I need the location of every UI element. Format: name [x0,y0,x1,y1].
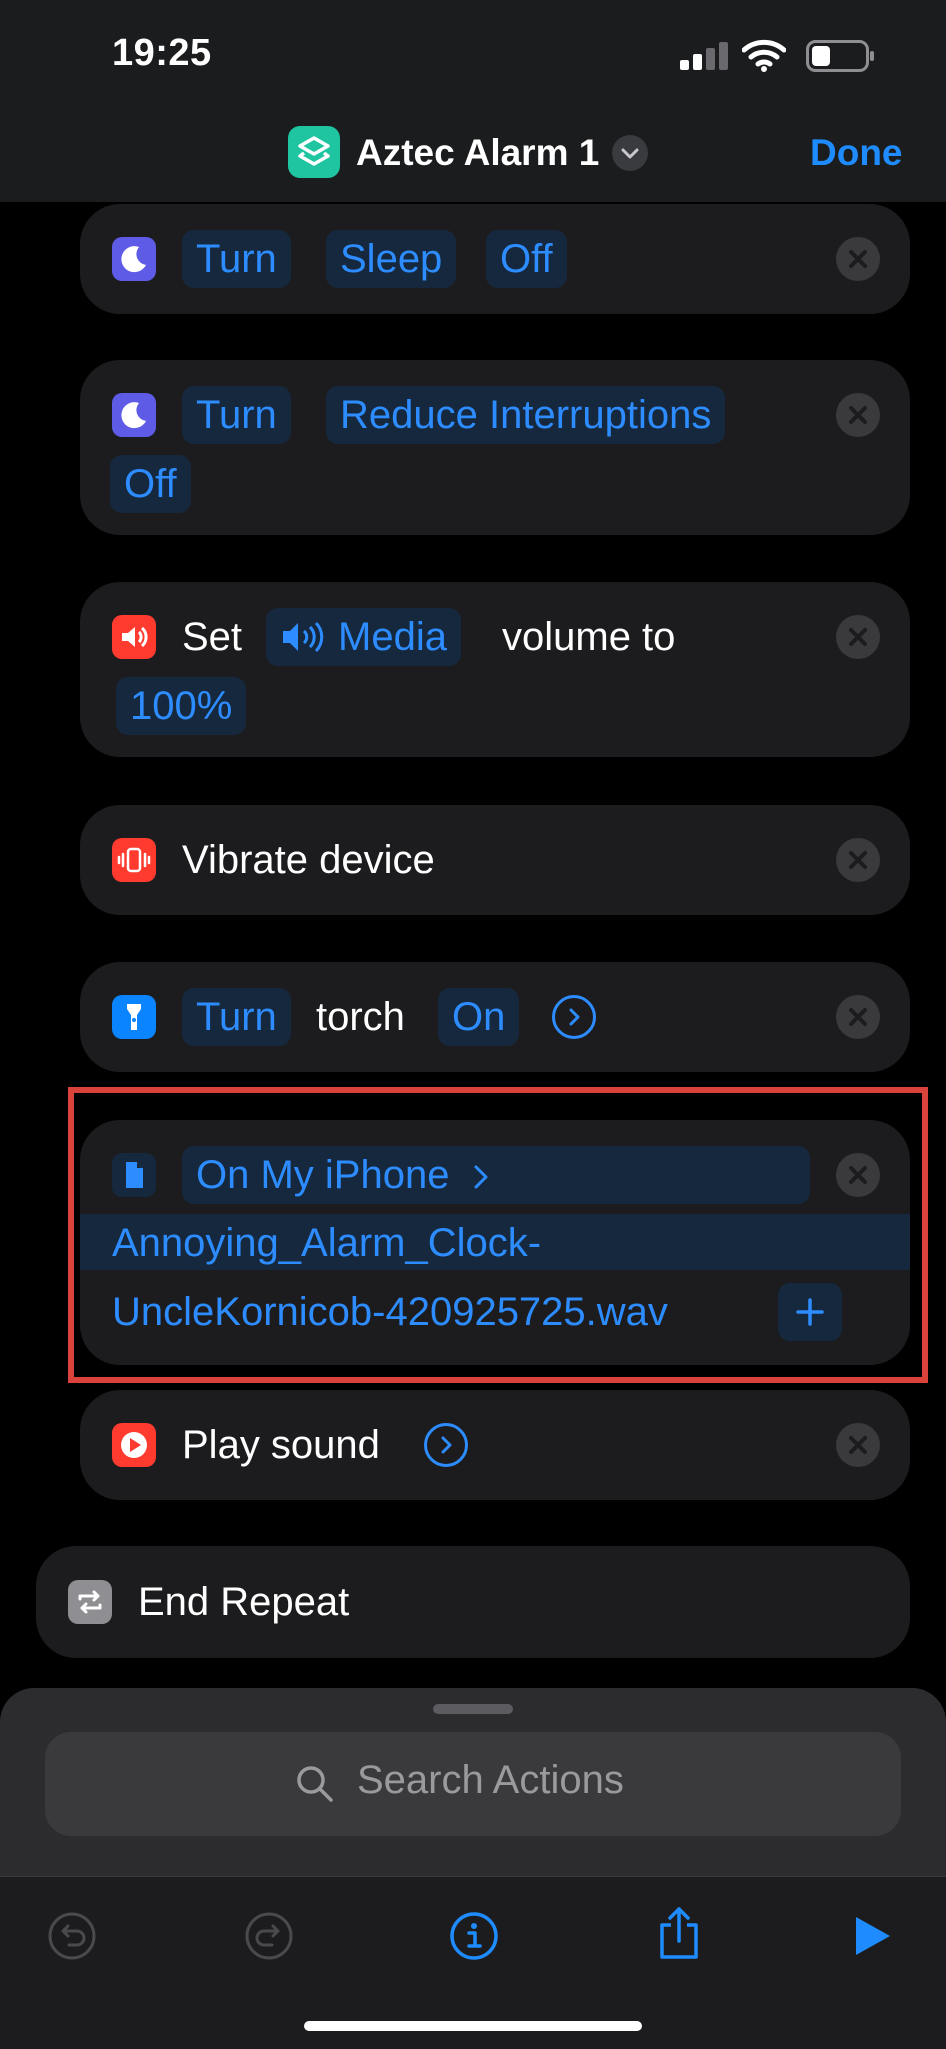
turn-token[interactable]: Turn [182,988,291,1046]
play-run-icon[interactable] [850,1913,894,1959]
redo-icon[interactable] [244,1911,294,1961]
home-indicator [304,2021,642,2031]
speaker-wave-icon [283,621,324,653]
play-icon [112,1423,156,1467]
remove-action-button[interactable] [836,995,880,1039]
action-card-vibrate[interactable]: Vibrate device [80,805,910,915]
search-icon [297,1766,333,1802]
remove-action-button[interactable] [836,615,880,659]
chevron-right-icon [569,1008,580,1026]
chevron-down-icon [621,148,639,159]
set-label: Set [182,615,243,659]
expand-options-button[interactable] [552,995,596,1039]
volume-to-label: volume to [502,615,676,659]
search-actions-field[interactable]: Search Actions [45,1732,901,1836]
action-card-play-sound[interactable]: Play sound [80,1390,910,1500]
shortcuts-app-icon [288,126,340,178]
focus-token[interactable]: Reduce Interruptions [326,386,726,444]
status-bar: 19:25 [0,0,946,105]
end-repeat-block[interactable]: End Repeat [36,1546,910,1658]
moon-icon [112,393,156,437]
remove-action-button[interactable] [836,393,880,437]
highlight-box [68,1087,928,1383]
remove-action-button[interactable] [836,1423,880,1467]
action-card-sleep-focus[interactable]: Turn Sleep Off [80,204,910,314]
action-card-set-volume[interactable]: Set Media volume to 100% [80,582,910,757]
torch-state-token[interactable]: On [438,988,520,1046]
torch-label: torch [316,995,405,1039]
shortcut-title[interactable]: Aztec Alarm 1 [356,132,599,174]
play-sound-label: Play sound [182,1423,380,1467]
speaker-icon [112,615,156,659]
repeat-icon [68,1580,112,1624]
actions-bottom-sheet: Search Actions [0,1688,946,2049]
chevron-right-icon [441,1436,452,1454]
turn-token[interactable]: Turn [182,386,291,444]
done-button[interactable]: Done [810,132,903,174]
undo-icon[interactable] [47,1911,97,1961]
volume-value-token[interactable]: 100% [116,677,247,735]
state-token[interactable]: Off [110,455,191,513]
vibrate-icon [112,838,156,882]
editor-toolbar [0,1876,946,2049]
end-repeat-label: End Repeat [138,1580,350,1624]
volume-source-label: Media [338,615,447,659]
expand-options-button[interactable] [424,1423,468,1467]
sheet-grabber[interactable] [433,1704,513,1714]
navigation-bar: Aztec Alarm 1 Done [0,105,946,202]
flashlight-icon [112,995,156,1039]
action-card-reduce-interruptions[interactable]: Turn Reduce Interruptions Off [80,360,910,535]
close-icon [849,851,867,869]
vibrate-label: Vibrate device [182,838,435,882]
remove-action-button[interactable] [836,838,880,882]
volume-source-token[interactable]: Media [266,608,461,666]
battery-icon [806,40,874,72]
remove-action-button[interactable] [836,237,880,281]
status-time: 19:25 [112,32,212,74]
share-icon[interactable] [654,1905,704,1961]
close-icon [849,406,867,424]
cellular-signal-icon [680,42,728,70]
search-placeholder: Search Actions [357,1758,624,1802]
close-icon [849,250,867,268]
close-icon [849,1436,867,1454]
action-card-torch[interactable]: Turn torch On [80,962,910,1072]
wifi-icon [742,39,786,72]
close-icon [849,1008,867,1026]
state-token[interactable]: Off [486,230,567,288]
close-icon [849,628,867,646]
info-icon[interactable] [449,1911,499,1961]
title-menu-button[interactable] [612,135,648,171]
focus-token[interactable]: Sleep [326,230,457,288]
moon-icon [112,237,156,281]
turn-token[interactable]: Turn [182,230,291,288]
